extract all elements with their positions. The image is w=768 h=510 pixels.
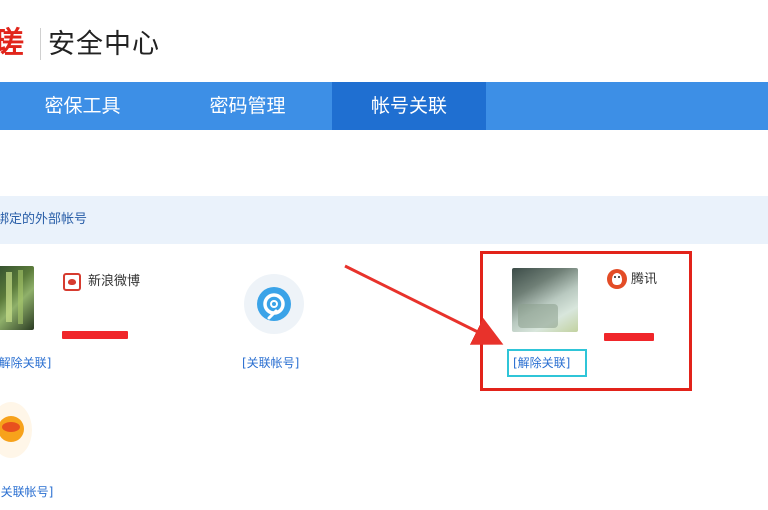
- link-account-button[interactable]: [关联帐号]: [0, 483, 53, 501]
- annotation-arrow: [344, 264, 504, 345]
